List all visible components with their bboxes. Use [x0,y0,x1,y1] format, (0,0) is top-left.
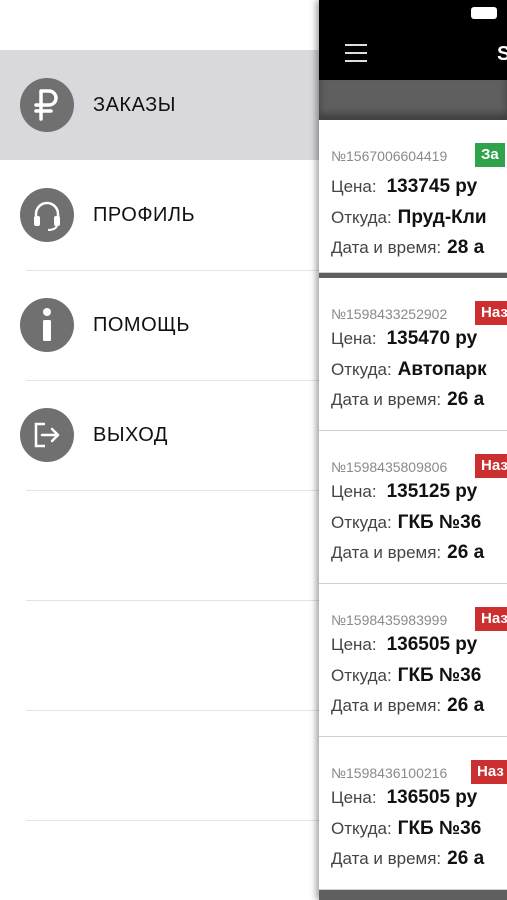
order-number: №1598435809806 [331,459,448,475]
order-from: ГКБ №36 [397,665,482,686]
page-title: S [497,43,507,65]
order-card[interactable]: №1567006604419 За Цена: 133745 ру Откуда:… [319,120,507,273]
datetime-label: Дата и время: [331,849,442,868]
order-card[interactable]: №1598435983999 Наз Цена: 136505 ру Откуда… [319,584,507,737]
menu-divider [26,490,319,491]
menu-label-logout: ВЫХОД [93,424,168,446]
list-header-spacer [319,80,507,120]
order-from-row: Откуда: ГКБ №36 [331,665,481,687]
menu-item-help[interactable]: ПОМОЩЬ [0,270,319,380]
order-datetime: 28 а [447,237,485,258]
order-from: ГКБ №36 [397,818,482,839]
ruble-icon [20,78,74,132]
headset-icon [20,188,74,242]
order-from: ГКБ №36 [397,512,482,533]
datetime-label: Дата и время: [331,543,442,562]
datetime-label: Дата и время: [331,238,442,257]
orders-panel: S №1567006604419 За Цена: 133745 ру Откуд… [319,0,507,900]
order-price: 135470 ру [386,328,478,349]
order-price: 135125 ру [386,481,478,502]
order-datetime: 26 а [447,389,485,410]
info-icon [20,298,74,352]
order-price-row: Цена: 136505 ру [331,787,477,809]
order-datetime-row: Дата и время: 26 а [331,542,484,564]
menu-label-help: ПОМОЩЬ [93,314,191,336]
order-datetime-row: Дата и время: 28 а [331,237,484,259]
menu-label-orders: ЗАКАЗЫ [93,94,176,116]
order-price: 136505 ру [386,787,478,808]
datetime-label: Дата и время: [331,390,442,409]
order-datetime-row: Дата и время: 26 а [331,695,484,717]
order-price-row: Цена: 135470 ру [331,328,477,350]
menu-item-orders[interactable]: ЗАКАЗЫ [0,50,319,160]
from-label: Откуда: [331,666,392,685]
from-label: Откуда: [331,360,392,379]
status-badge: Наз [471,760,507,784]
order-number: №1598435983999 [331,612,448,628]
order-card[interactable]: №1598433252902 Наз Цена: 135470 ру Откуда… [319,278,507,431]
order-from: Пруд-Кли [397,207,487,228]
status-badge: Наз [475,607,507,631]
order-datetime: 26 а [447,848,485,869]
price-label: Цена: [331,329,377,348]
order-from-row: Откуда: Пруд-Кли [331,207,487,229]
price-label: Цена: [331,635,377,654]
menu-divider [26,600,319,601]
order-price: 133745 ру [386,176,478,197]
price-label: Цена: [331,482,377,501]
menu-item-profile[interactable]: ПРОФИЛЬ [0,160,319,270]
side-menu: ЗАКАЗЫ ПРОФИЛЬ ПОМОЩЬ ВЫХОД [0,0,319,900]
order-price: 136505 ру [386,634,478,655]
order-card[interactable]: №1598435809806 Наз Цена: 135125 ру Откуда… [319,431,507,584]
order-card[interactable]: №1598436100216 Наз Цена: 136505 ру Откуда… [319,737,507,890]
order-number: №1567006604419 [331,148,448,164]
from-label: Откуда: [331,513,392,532]
order-datetime-row: Дата и время: 26 а [331,848,484,870]
hamburger-menu-icon[interactable] [345,42,367,64]
from-label: Откуда: [331,208,392,227]
order-number: №1598433252902 [331,306,448,322]
price-label: Цена: [331,788,377,807]
menu-item-logout[interactable]: ВЫХОД [0,380,319,490]
nav-bar: S [319,28,507,80]
datetime-label: Дата и время: [331,696,442,715]
order-datetime: 26 а [447,542,485,563]
order-datetime-row: Дата и время: 26 а [331,389,484,411]
order-number: №1598436100216 [331,765,448,781]
menu-label-profile: ПРОФИЛЬ [93,204,196,226]
logout-icon [20,408,74,462]
order-price-row: Цена: 133745 ру [331,176,477,198]
order-from-row: Откуда: Автопарк [331,359,487,381]
from-label: Откуда: [331,819,392,838]
menu-divider [26,710,319,711]
order-datetime: 26 а [447,695,485,716]
menu-divider [26,820,319,821]
order-price-row: Цена: 136505 ру [331,634,477,656]
order-price-row: Цена: 135125 ру [331,481,477,503]
status-badge: Наз [475,301,507,325]
battery-icon [471,7,497,19]
order-from-row: Откуда: ГКБ №36 [331,818,481,840]
order-from-row: Откуда: ГКБ №36 [331,512,481,534]
status-badge: Наз [475,454,507,478]
status-badge: За [475,143,505,167]
status-bar [319,0,507,28]
price-label: Цена: [331,177,377,196]
order-from: Автопарк [397,359,487,380]
